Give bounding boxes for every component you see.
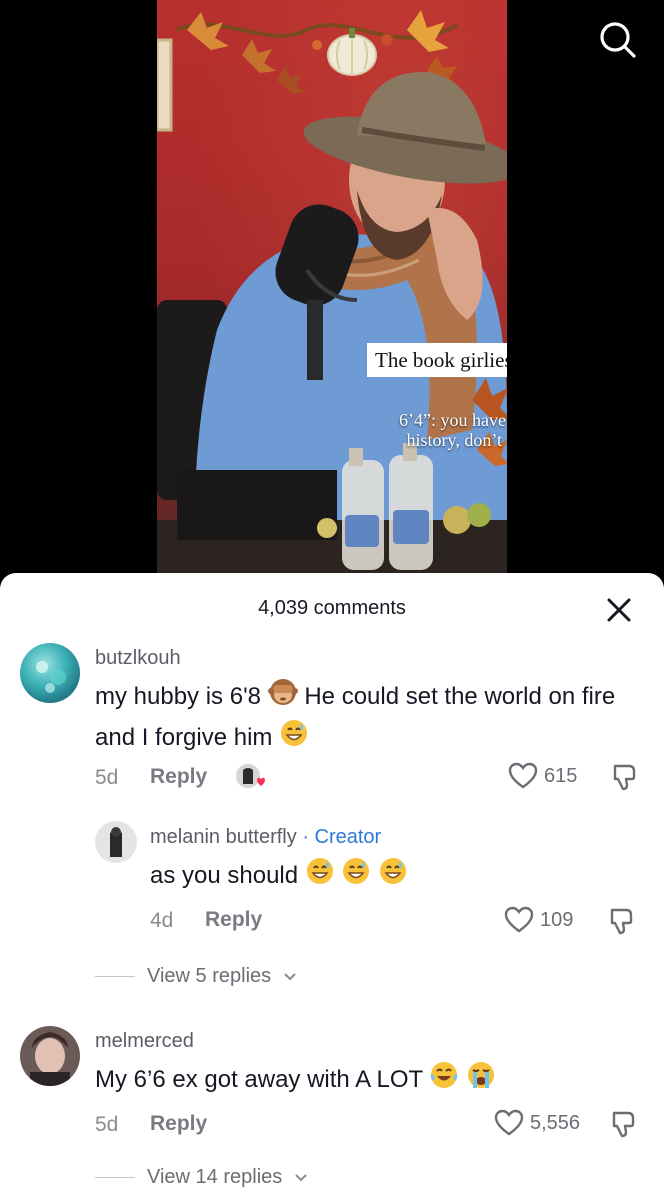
- loudly-crying-emoji: [466, 1060, 496, 1101]
- avatar[interactable]: [20, 643, 80, 703]
- reply-age: 4d: [150, 909, 174, 932]
- like-count: 615: [544, 764, 578, 787]
- reply-text-content: as you should: [150, 861, 299, 889]
- heart-icon: [494, 1109, 524, 1136]
- like-count: 109: [540, 908, 574, 931]
- reply-button[interactable]: Reply: [205, 908, 262, 932]
- grinning-sweat-emoji: [305, 856, 335, 897]
- chevron-down-icon: [284, 972, 296, 980]
- view-replies-button[interactable]: View 5 replies: [95, 965, 297, 988]
- grinning-sweat-emoji: [341, 856, 371, 897]
- comment-text-part1: my hubby is 6'8: [95, 682, 261, 710]
- comment-text: My 6’6 ex got away with A LOT: [95, 1060, 645, 1101]
- avatar[interactable]: [20, 1026, 80, 1086]
- comment-age: 5d: [95, 1113, 119, 1136]
- avatar-image: [95, 821, 137, 863]
- caption-title: The book girlies know 😏: [367, 343, 507, 377]
- reply-button[interactable]: Reply: [150, 1112, 207, 1136]
- view-replies-label: View 14 replies: [147, 1166, 283, 1188]
- thumbs-down-icon: [612, 1111, 635, 1138]
- chevron-down-icon: [295, 1173, 307, 1181]
- thumbs-down-icon: [610, 908, 633, 935]
- grinning-sweat-emoji: [378, 856, 408, 897]
- search-icon: [600, 22, 636, 58]
- thumbs-down-icon: [613, 764, 636, 791]
- like-button[interactable]: 615: [508, 761, 577, 791]
- comment-text: my hubby is 6'8 He could set the world o…: [95, 677, 645, 759]
- like-button[interactable]: 5,556: [494, 1108, 580, 1138]
- creator-tag: · Creator: [302, 826, 382, 848]
- divider-line: [95, 976, 135, 977]
- search-button[interactable]: [596, 18, 640, 62]
- reply-button[interactable]: Reply: [150, 765, 207, 789]
- dislike-button[interactable]: [609, 762, 639, 792]
- comments-header: 4,039 comments: [0, 573, 664, 643]
- reply-text: as you should: [150, 856, 408, 897]
- caption-body: 6’4”: you have a criminal history, don’t…: [399, 410, 507, 450]
- dislike-button[interactable]: [608, 1109, 638, 1139]
- divider-line: [95, 1177, 135, 1178]
- heart-icon: [508, 762, 538, 789]
- grinning-sweat-emoji: [279, 718, 309, 759]
- heart-icon: [504, 906, 534, 933]
- dislike-button[interactable]: [606, 906, 636, 936]
- close-button[interactable]: [604, 595, 634, 625]
- avatar-image: [20, 643, 80, 703]
- reply-username[interactable]: melanin butterfly · Creator: [150, 826, 381, 849]
- view-replies-button[interactable]: View 14 replies: [95, 1166, 308, 1189]
- comment-text-content: My 6’6 ex got away with A LOT: [95, 1065, 423, 1093]
- comment-username[interactable]: butzlkouh: [95, 647, 181, 670]
- close-icon: [607, 598, 631, 622]
- podcaster-figure: [157, 71, 507, 600]
- reply-username-text[interactable]: melanin butterfly: [150, 826, 297, 848]
- comments-sheet: 4,039 comments butzlkouh my hubby is 6'8…: [0, 573, 664, 1200]
- comment-username[interactable]: melmerced: [95, 1030, 194, 1053]
- see-no-evil-monkey-emoji: [267, 677, 298, 718]
- like-count: 5,556: [530, 1111, 581, 1134]
- video-player[interactable]: The book girlies know 😏 6’4”: you have a…: [0, 0, 664, 600]
- creator-liked-badge: [235, 762, 269, 792]
- video-frame[interactable]: The book girlies know 😏 6’4”: you have a…: [157, 0, 507, 600]
- avatar[interactable]: [95, 821, 137, 863]
- tears-of-joy-emoji: [429, 1060, 459, 1101]
- like-button[interactable]: 109: [504, 905, 573, 935]
- view-replies-label: View 5 replies: [147, 965, 272, 987]
- avatar-image: [20, 1026, 80, 1086]
- comment-age: 5d: [95, 766, 119, 789]
- comment-count: 4,039 comments: [258, 597, 406, 619]
